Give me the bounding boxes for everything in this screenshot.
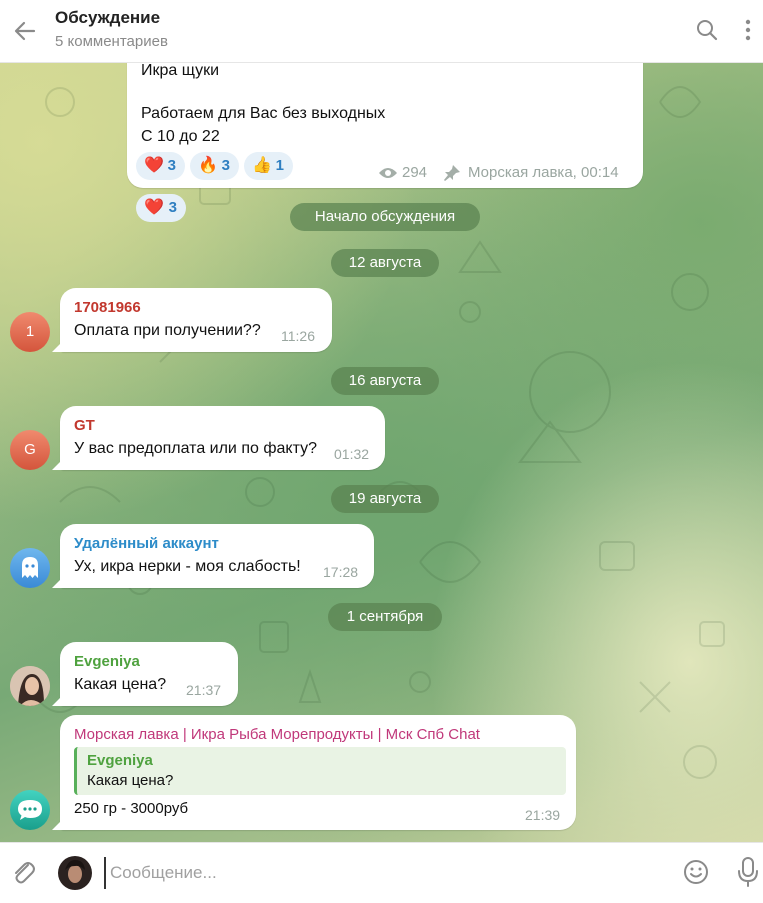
reaction-thumbs-up[interactable]: 👍 1: [244, 152, 293, 180]
date-separator: 12 августа: [331, 249, 439, 277]
message-author[interactable]: 17081966: [74, 299, 141, 316]
avatar[interactable]: [10, 790, 50, 830]
message-composer: [0, 842, 763, 903]
message-time: 17:28: [323, 564, 359, 580]
avatar[interactable]: 1: [10, 312, 50, 352]
message-text: Какая цена?: [74, 676, 167, 693]
avatar-letter: G: [24, 441, 36, 458]
message-text: Ух, икра нерки - моя слабость!: [74, 558, 301, 575]
reaction-count: 3: [221, 157, 230, 174]
message-text: 250 гр - 3000руб: [74, 800, 189, 817]
reaction-heart[interactable]: ❤️ 3: [136, 194, 186, 222]
discussion-start-label: Начало обсуждения: [290, 203, 480, 231]
more-vertical-icon[interactable]: [736, 16, 760, 44]
chat-header: Обсуждение 5 комментариев: [0, 0, 763, 63]
reply-author: Evgeniya: [87, 752, 153, 769]
pin-icon: [444, 165, 460, 181]
post-line: С 10 до 22: [141, 128, 220, 145]
thumbs-up-icon: 👍: [252, 157, 272, 174]
avatar-letter: 1: [25, 323, 35, 340]
message-text: Оплата при получении??: [74, 322, 261, 339]
post-signature: Морская лавка, 00:14: [468, 164, 619, 181]
message-time: 01:32: [334, 446, 370, 462]
fire-icon: 🔥: [198, 157, 218, 174]
message-time: 21:37: [186, 682, 222, 698]
message-bubble[interactable]: Удалённый аккаунт Ух, икра нерки - моя с…: [60, 524, 374, 588]
message-bubble[interactable]: GT У вас предоплата или по факту? 01:32: [60, 406, 385, 470]
avatar[interactable]: [10, 548, 50, 588]
date-separator: 19 августа: [331, 485, 439, 513]
chat-area[interactable]: Икра щуки Работаем для Вас без выходных …: [0, 62, 763, 842]
heart-icon: ❤️: [144, 199, 164, 216]
reaction-heart[interactable]: ❤️ 3: [136, 152, 185, 180]
view-count: 294: [402, 164, 428, 181]
message-time: 11:26: [281, 328, 315, 344]
reaction-fire[interactable]: 🔥 3: [190, 152, 239, 180]
reaction-count: 3: [167, 157, 176, 174]
heart-icon: ❤️: [144, 157, 164, 174]
reply-quote[interactable]: Evgeniya Какая цена?: [74, 747, 566, 795]
date-separator: 1 сентября: [328, 603, 442, 631]
message-bubble[interactable]: 17081966 Оплата при получении?? 11:26: [60, 288, 332, 352]
message-author[interactable]: Удалённый аккаунт: [74, 535, 219, 552]
paperclip-icon[interactable]: [8, 856, 38, 888]
comment-count: 5 комментариев: [55, 33, 168, 50]
post-line: Работаем для Вас без выходных: [141, 105, 386, 122]
reaction-count: 1: [275, 157, 284, 174]
ghost-icon: [22, 557, 38, 578]
message-text: У вас предоплата или по факту?: [74, 440, 317, 457]
user-photo: [10, 666, 50, 706]
chat-bubble-icon: [18, 800, 42, 820]
avatar[interactable]: [10, 666, 50, 706]
user-photo: [58, 856, 92, 890]
date-separator: 16 августа: [331, 367, 439, 395]
message-bubble[interactable]: Морская лавка | Икра Рыба Морепродукты |…: [60, 715, 576, 830]
arrow-left-icon[interactable]: [10, 16, 40, 46]
message-author[interactable]: Evgeniya: [74, 653, 140, 670]
reaction-count: 3: [168, 199, 177, 216]
eye-icon: [379, 168, 397, 178]
message-author[interactable]: GT: [74, 417, 95, 434]
message-author[interactable]: Морская лавка | Икра Рыба Морепродукты |…: [74, 726, 480, 743]
reply-text: Какая цена?: [87, 772, 174, 789]
chat-title: Обсуждение: [55, 8, 161, 27]
message-time: 21:39: [525, 807, 561, 823]
message-input[interactable]: [104, 857, 672, 889]
microphone-icon[interactable]: [735, 856, 761, 888]
smiley-icon[interactable]: [682, 858, 710, 886]
avatar[interactable]: G: [10, 430, 50, 470]
post-line: Икра щуки: [141, 62, 220, 79]
send-as-avatar[interactable]: [58, 856, 92, 890]
search-icon[interactable]: [693, 16, 721, 44]
message-bubble[interactable]: Evgeniya Какая цена? 21:37: [60, 642, 238, 706]
